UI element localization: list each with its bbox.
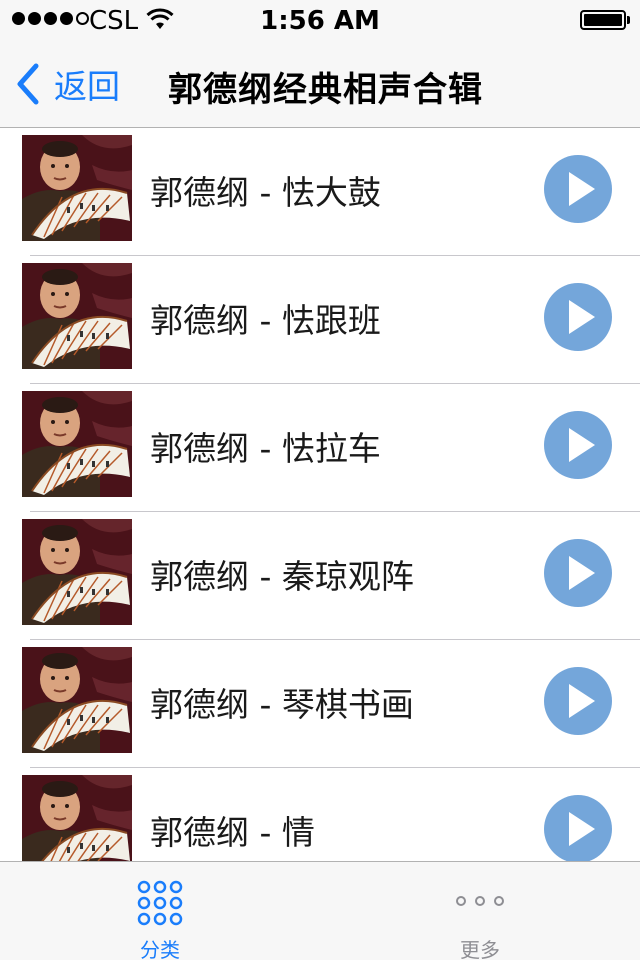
back-button[interactable]: 返回 [14,60,120,108]
list-item[interactable]: 郭德纲 - 秦琼观阵 [0,512,640,640]
status-bar: CSL 1:56 AM [0,0,640,40]
track-thumbnail [22,775,132,861]
play-button[interactable] [544,795,612,861]
back-label: 返回 [54,67,120,106]
play-button[interactable] [544,411,612,479]
track-title: 郭德纲 - 琴棋书画 [150,685,414,724]
battery-tip [627,16,630,24]
navigation-bar: CSL 1:56 AM 返回 郭德纲经典相声合辑 [0,0,640,128]
track-title: 郭德纲 - 秦琼观阵 [150,557,414,596]
play-button[interactable] [544,155,612,223]
track-thumbnail [22,135,132,241]
track-title: 郭德纲 - 怯跟班 [150,301,381,340]
battery-icon [580,10,626,30]
track-thumbnail [22,391,132,497]
play-icon [569,172,595,206]
list-item[interactable]: 郭德纲 - 怯拉车 [0,384,640,512]
tab-categories[interactable]: 分类 [0,862,320,962]
nav-bar: 返回 郭德纲经典相声合辑 [0,40,640,128]
play-icon [569,556,595,590]
tab-more[interactable]: 更多 [320,862,640,962]
list-item[interactable]: 郭德纲 - 琴棋书画 [0,640,640,768]
list-item[interactable]: 郭德纲 - 怯大鼓 [0,128,640,256]
track-thumbnail [22,647,132,753]
play-icon [569,428,595,462]
track-title: 郭德纲 - 怯拉车 [150,429,381,468]
play-button[interactable] [544,539,612,607]
tab-bar: 分类 更多 [0,861,640,962]
chevron-left-icon [17,63,39,105]
track-title: 郭德纲 - 情 [150,813,315,852]
track-title: 郭德纲 - 怯大鼓 [150,173,381,212]
play-icon [569,812,595,846]
track-list[interactable]: 郭德纲 - 怯大鼓 郭德纲 - 怯跟班 郭德纲 - 怯拉车 郭德纲 - 秦琼观阵 [0,128,640,861]
list-item[interactable]: 郭德纲 - 情 [0,768,640,861]
tab-label-categories: 分类 [140,938,180,962]
clock: 1:56 AM [260,6,380,36]
list-item[interactable]: 郭德纲 - 怯跟班 [0,256,640,384]
grid-icon [137,880,183,926]
tab-label-more: 更多 [460,938,500,962]
more-icon [456,896,504,906]
play-button[interactable] [544,283,612,351]
track-thumbnail [22,519,132,625]
play-icon [569,684,595,718]
play-icon [569,300,595,334]
page-title: 郭德纲经典相声合辑 [168,70,483,110]
play-button[interactable] [544,667,612,735]
track-thumbnail [22,263,132,369]
